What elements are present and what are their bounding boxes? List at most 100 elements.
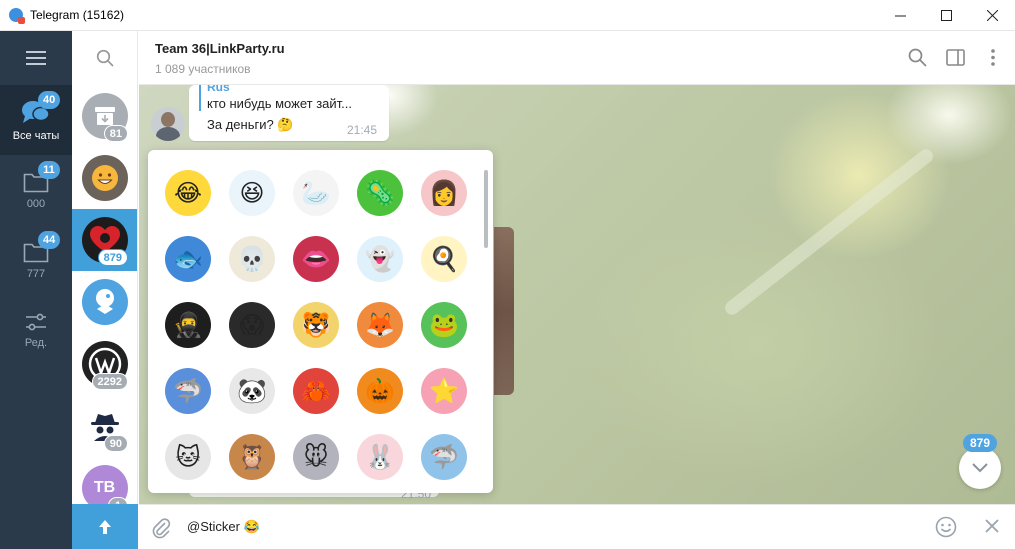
sticker-glyph: 🦠: [365, 179, 395, 207]
sticker-glyph: 😂: [173, 179, 203, 207]
sticker-glyph: 💀: [237, 245, 267, 273]
folder-label: Все чаты: [12, 129, 60, 142]
chat-item[interactable]: [72, 271, 137, 333]
sticker-image: 🥷: [165, 302, 211, 348]
panel-scrollbar[interactable]: [484, 170, 488, 248]
smiley-icon: [91, 165, 118, 191]
maximize-icon: [940, 10, 952, 21]
sticker-glyph: 🐟: [173, 245, 203, 273]
scroll-to-top-button[interactable]: [72, 504, 138, 549]
folder-edit[interactable]: Ред.: [0, 295, 72, 365]
attach-button[interactable]: [151, 517, 171, 542]
sticker-image: 🦢: [293, 170, 339, 216]
sticker-patrick[interactable]: ⭐: [412, 358, 476, 424]
sticker-image: 🐭: [293, 434, 339, 480]
message-composer: @Sticker 😂: [139, 504, 1015, 549]
unread-badge: 81: [103, 125, 128, 142]
sticker-virus-green[interactable]: 🦠: [348, 160, 412, 226]
arrow-up-icon: [99, 519, 111, 534]
sticker-fox-lying[interactable]: 🦊: [348, 292, 412, 358]
sticker-hood-black[interactable]: 🥷: [156, 292, 220, 358]
message-input[interactable]: @Sticker 😂: [187, 519, 260, 535]
sticker-glyph: 🦢: [301, 179, 331, 207]
sidebar-toggle-button[interactable]: [946, 48, 965, 70]
chat-item-archive[interactable]: 81: [72, 85, 137, 147]
avatar-initials: TB: [93, 479, 116, 496]
folder-all-chats[interactable]: 40 Все чаты: [0, 85, 72, 155]
reply-author: Rus: [207, 85, 230, 94]
close-button[interactable]: [969, 0, 1015, 31]
sticker-tiger-bandage[interactable]: 🐯: [284, 292, 348, 358]
sticker-girl-pink[interactable]: 👩: [412, 160, 476, 226]
folder-000[interactable]: 11 000: [0, 155, 72, 225]
chevron-down-icon: [972, 463, 988, 473]
sticker-glyph: 🦊: [365, 311, 395, 339]
sticker-rabbit-pink[interactable]: 🐰: [348, 424, 412, 490]
smiley-icon: [935, 516, 957, 538]
chat-item[interactable]: [72, 147, 137, 209]
message-bubble[interactable]: Rus кто нибудь может зайт... За деньги? …: [189, 85, 389, 141]
more-options-button[interactable]: [990, 48, 996, 70]
sticker-shark-bite[interactable]: 🦈: [412, 424, 476, 490]
sticker-mouse-grey[interactable]: 🐭: [284, 424, 348, 490]
sticker-goose-haha[interactable]: 🦢: [284, 160, 348, 226]
sender-avatar[interactable]: [151, 107, 185, 141]
scroll-down-button[interactable]: [959, 447, 1001, 489]
sticker-mouth-red[interactable]: 👄: [284, 226, 348, 292]
sticker-image: 🐼: [229, 368, 275, 414]
maximize-button[interactable]: [923, 0, 969, 31]
sticker-skull[interactable]: 💀: [220, 226, 284, 292]
sticker-image: ⭐: [421, 368, 467, 414]
sticker-panda-sad[interactable]: 🐼: [220, 358, 284, 424]
sticker-image: 🦈: [421, 434, 467, 480]
folder-777[interactable]: 44 777: [0, 225, 72, 295]
sticker-results-panel: 😂 😆 🦢 🦠 👩 🐟 💀 👄 👻 🍳 🥷 😱 🐯 🦊 🐸 🦈 🐼 🦀 🎃 ⭐ 🐱 🦉 🐭 🐰 🦈: [148, 150, 493, 493]
avatar: [81, 279, 128, 325]
folder-label: 777: [26, 267, 46, 280]
sticker-owl[interactable]: 🦉: [220, 424, 284, 490]
sticker-glyph: ⭐: [429, 377, 459, 405]
sticker-duck-laugh[interactable]: 😂: [156, 160, 220, 226]
sticker-glyph: 🐰: [365, 443, 395, 471]
sticker-glyph: 🐯: [301, 311, 331, 339]
sticker-fish-blue[interactable]: 🐟: [156, 226, 220, 292]
chat-item-active[interactable]: 879: [72, 209, 137, 271]
close-icon: [985, 519, 999, 533]
search-icon: [908, 48, 927, 67]
minimize-button[interactable]: [877, 0, 923, 31]
sticker-image: 👄: [293, 236, 339, 282]
title-bar: Telegram (15162): [0, 0, 1015, 31]
sticker-glyph: 🦈: [429, 443, 459, 471]
cancel-button[interactable]: [985, 519, 999, 536]
sticker-cat-lying[interactable]: 🐱: [156, 424, 220, 490]
sticker-egg-fried[interactable]: 🍳: [412, 226, 476, 292]
header-search-button[interactable]: [908, 48, 927, 70]
reply-quote[interactable]: Rus кто нибудь может зайт...: [199, 85, 352, 111]
chat-title[interactable]: Team 36|LinkParty.ru: [155, 41, 285, 56]
chat-item[interactable]: 2292: [72, 333, 137, 395]
sticker-crab-red[interactable]: 🦀: [284, 358, 348, 424]
sticker-pumpkin[interactable]: 🎃: [348, 358, 412, 424]
main-menu-button[interactable]: [0, 31, 72, 85]
chat-member-count: 1 089 участников: [155, 62, 251, 76]
sticker-shark-purple[interactable]: 🦈: [156, 358, 220, 424]
folder-badge: 44: [38, 231, 61, 249]
sticker-image: 🐟: [165, 236, 211, 282]
emoji-button[interactable]: [935, 516, 957, 541]
hamburger-icon: [26, 51, 46, 65]
sliders-icon: [26, 313, 46, 330]
photo-message[interactable]: [494, 227, 514, 395]
sticker-image: 😂: [165, 170, 211, 216]
more-vertical-icon: [991, 49, 995, 66]
chat-item[interactable]: 90: [72, 395, 137, 457]
sticker-image: 😆: [229, 170, 275, 216]
sticker-frog-cry[interactable]: 🐸: [412, 292, 476, 358]
sticker-image: 🐯: [293, 302, 339, 348]
sticker-hood-red[interactable]: 😱: [220, 292, 284, 358]
sticker-daisy-laugh[interactable]: 😆: [220, 160, 284, 226]
sticker-glyph: 🐸: [429, 311, 459, 339]
window-title: Telegram (15162): [30, 8, 125, 22]
search-button[interactable]: [72, 31, 137, 85]
wallpaper-decoration: [722, 146, 936, 318]
sticker-ghost[interactable]: 👻: [348, 226, 412, 292]
